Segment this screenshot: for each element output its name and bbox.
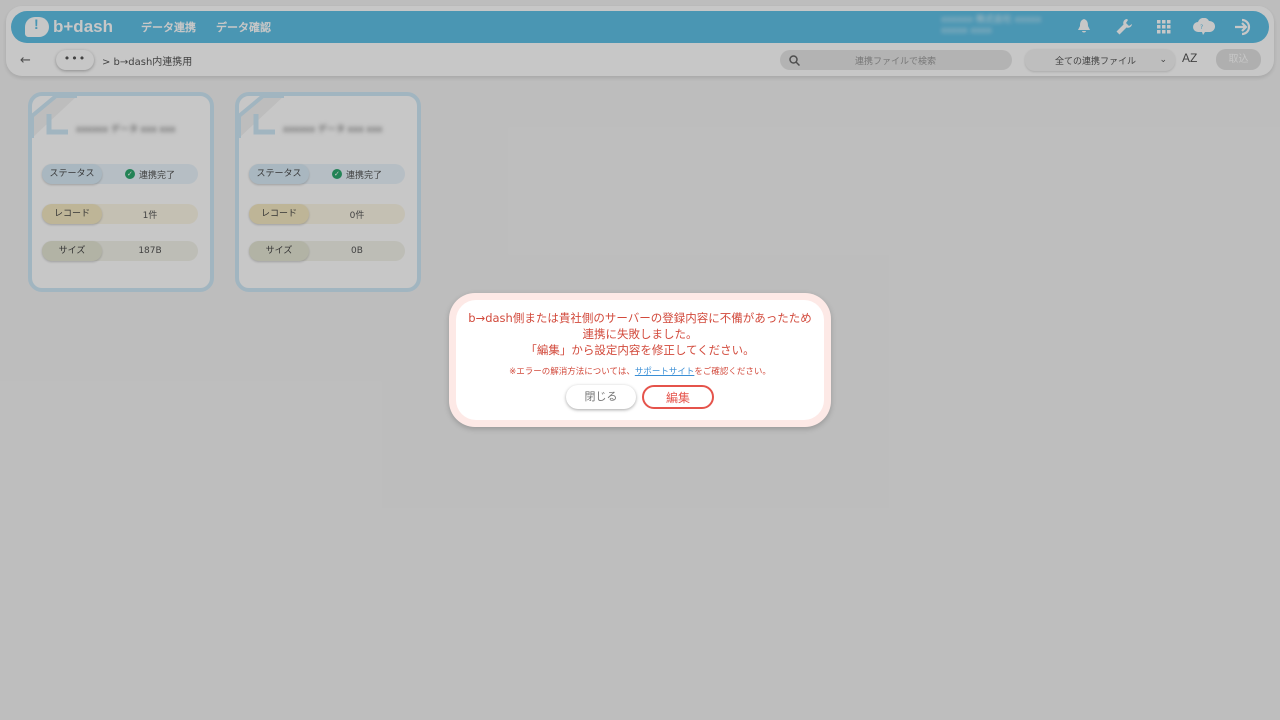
- note-prefix: ※エラーの解消方法については、: [509, 367, 635, 377]
- error-line3: 「編集」から設定内容を修正してください。: [525, 343, 755, 357]
- note-suffix: をご確認ください。: [694, 367, 771, 377]
- dialog-buttons: 閉じる 編集: [456, 385, 824, 409]
- error-message: b→dash側または貴社側のサーバーの登録内容に不備があったため 連携に失敗しま…: [456, 310, 824, 358]
- error-dialog-body: b→dash側または貴社側のサーバーの登録内容に不備があったため 連携に失敗しま…: [456, 300, 824, 420]
- close-button[interactable]: 閉じる: [566, 385, 636, 409]
- edit-button[interactable]: 編集: [642, 385, 714, 409]
- support-site-link[interactable]: サポートサイト: [635, 367, 695, 377]
- error-line2: 連携に失敗しました。: [582, 327, 698, 341]
- error-line1: b→dash側または貴社側のサーバーの登録内容に不備があったため: [468, 311, 812, 325]
- error-note: ※エラーの解消方法については、サポートサイトをご確認ください。: [456, 365, 824, 377]
- error-dialog: b→dash側または貴社側のサーバーの登録内容に不備があったため 連携に失敗しま…: [449, 293, 831, 427]
